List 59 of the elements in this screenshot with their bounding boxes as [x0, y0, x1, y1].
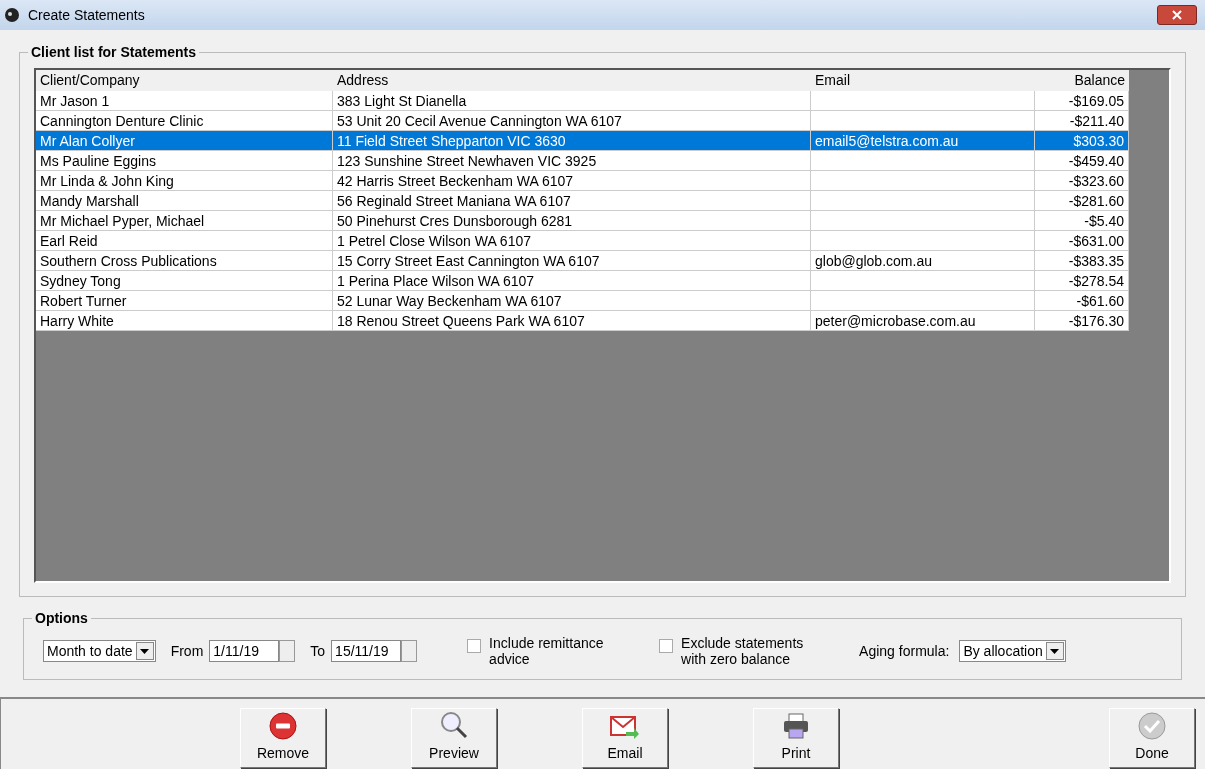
checkbox-label: Exclude statements with zero balance: [681, 635, 805, 667]
table-cell[interactable]: -$278.54: [1035, 271, 1129, 291]
table-cell[interactable]: $303.30: [1035, 131, 1129, 151]
table-cell[interactable]: Mr Jason 1: [36, 91, 333, 111]
aging-label: Aging formula:: [859, 641, 950, 661]
print-button[interactable]: Print: [753, 708, 839, 768]
dropdown[interactable]: Month to date: [43, 640, 156, 662]
table-cell[interactable]: 42 Harris Street Beckenham WA 6107: [333, 171, 811, 191]
table-cell[interactable]: Mr Alan Collyer: [36, 131, 333, 151]
group-title: Options: [32, 609, 91, 627]
table-cell[interactable]: 1 Petrel Close Wilson WA 6107: [333, 231, 811, 251]
table-cell[interactable]: -$5.40: [1035, 211, 1129, 231]
table-cell[interactable]: 56 Reginald Street Maniana WA 6107: [333, 191, 811, 211]
table-cell[interactable]: 1 Perina Place Wilson WA 6107: [333, 271, 811, 291]
to-label: To: [310, 641, 326, 661]
table-cell[interactable]: Southern Cross Publications: [36, 251, 333, 271]
table-cell[interactable]: Robert Turner: [36, 291, 333, 311]
table-cell[interactable]: 52 Lunar Way Beckenham WA 6107: [333, 291, 811, 311]
table-cell[interactable]: -$281.60: [1035, 191, 1129, 211]
checkbox-label: Include remittance advice: [489, 635, 605, 667]
column-header[interactable]: Client/Company: [36, 70, 333, 91]
column-header[interactable]: Balance: [1035, 70, 1129, 91]
table-cell[interactable]: 123 Sunshine Street Newhaven VIC 3925: [333, 151, 811, 171]
table-cell[interactable]: -$169.05: [1035, 91, 1129, 111]
table-cell[interactable]: -$61.60: [1035, 291, 1129, 311]
table-cell[interactable]: -$211.40: [1035, 111, 1129, 131]
table-cell[interactable]: -$631.00: [1035, 231, 1129, 251]
table-cell[interactable]: 15 Corry Street East Cannington WA 6107: [333, 251, 811, 271]
date-field[interactable]: 1/11/19: [209, 640, 280, 662]
table-cell[interactable]: -$459.40: [1035, 151, 1129, 171]
table-cell[interactable]: 50 Pinehurst Cres Dunsborough 6281: [333, 211, 811, 231]
table-cell[interactable]: Sydney Tong: [36, 271, 333, 291]
email-button[interactable]: Email: [582, 708, 668, 768]
table-cell[interactable]: 53 Unit 20 Cecil Avenue Cannington WA 6107: [333, 111, 811, 131]
table-cell[interactable]: 18 Renou Street Queens Park WA 6107: [333, 311, 811, 331]
column-header[interactable]: Address: [333, 70, 811, 91]
table-cell[interactable]: Mr Michael Pyper, Michael: [36, 211, 333, 231]
table-cell[interactable]: 383 Light St Dianella: [333, 91, 811, 111]
table-cell[interactable]: Earl Reid: [36, 231, 333, 251]
table-cell[interactable]: -$383.35: [1035, 251, 1129, 271]
done-button[interactable]: Done: [1109, 708, 1195, 768]
table-cell[interactable]: Mr Linda & John King: [36, 171, 333, 191]
remove-button[interactable]: Remove: [240, 708, 326, 768]
dropdown[interactable]: By allocation: [959, 640, 1066, 662]
window-title: Create Statements: [28, 5, 146, 25]
preview-button[interactable]: Preview: [411, 708, 497, 768]
table-cell[interactable]: 11 Field Street Shepparton VIC 3630: [333, 131, 811, 151]
table-cell[interactable]: Ms Pauline Eggins: [36, 151, 333, 171]
table-cell[interactable]: Mandy Marshall: [36, 191, 333, 211]
table-cell[interactable]: Harry White: [36, 311, 333, 331]
table-cell[interactable]: peter@microbase.com.au: [811, 311, 1035, 331]
table-cell[interactable]: -$323.60: [1035, 171, 1129, 191]
table-cell[interactable]: email5@telstra.com.au: [811, 131, 1035, 151]
table-cell[interactable]: glob@glob.com.au: [811, 251, 1035, 271]
table-cell[interactable]: -$176.30: [1035, 311, 1129, 331]
column-header[interactable]: Email: [811, 70, 1035, 91]
date-field[interactable]: 15/11/19: [331, 640, 402, 662]
table-cell[interactable]: Cannington Denture Clinic: [36, 111, 333, 131]
from-label: From: [170, 641, 204, 661]
